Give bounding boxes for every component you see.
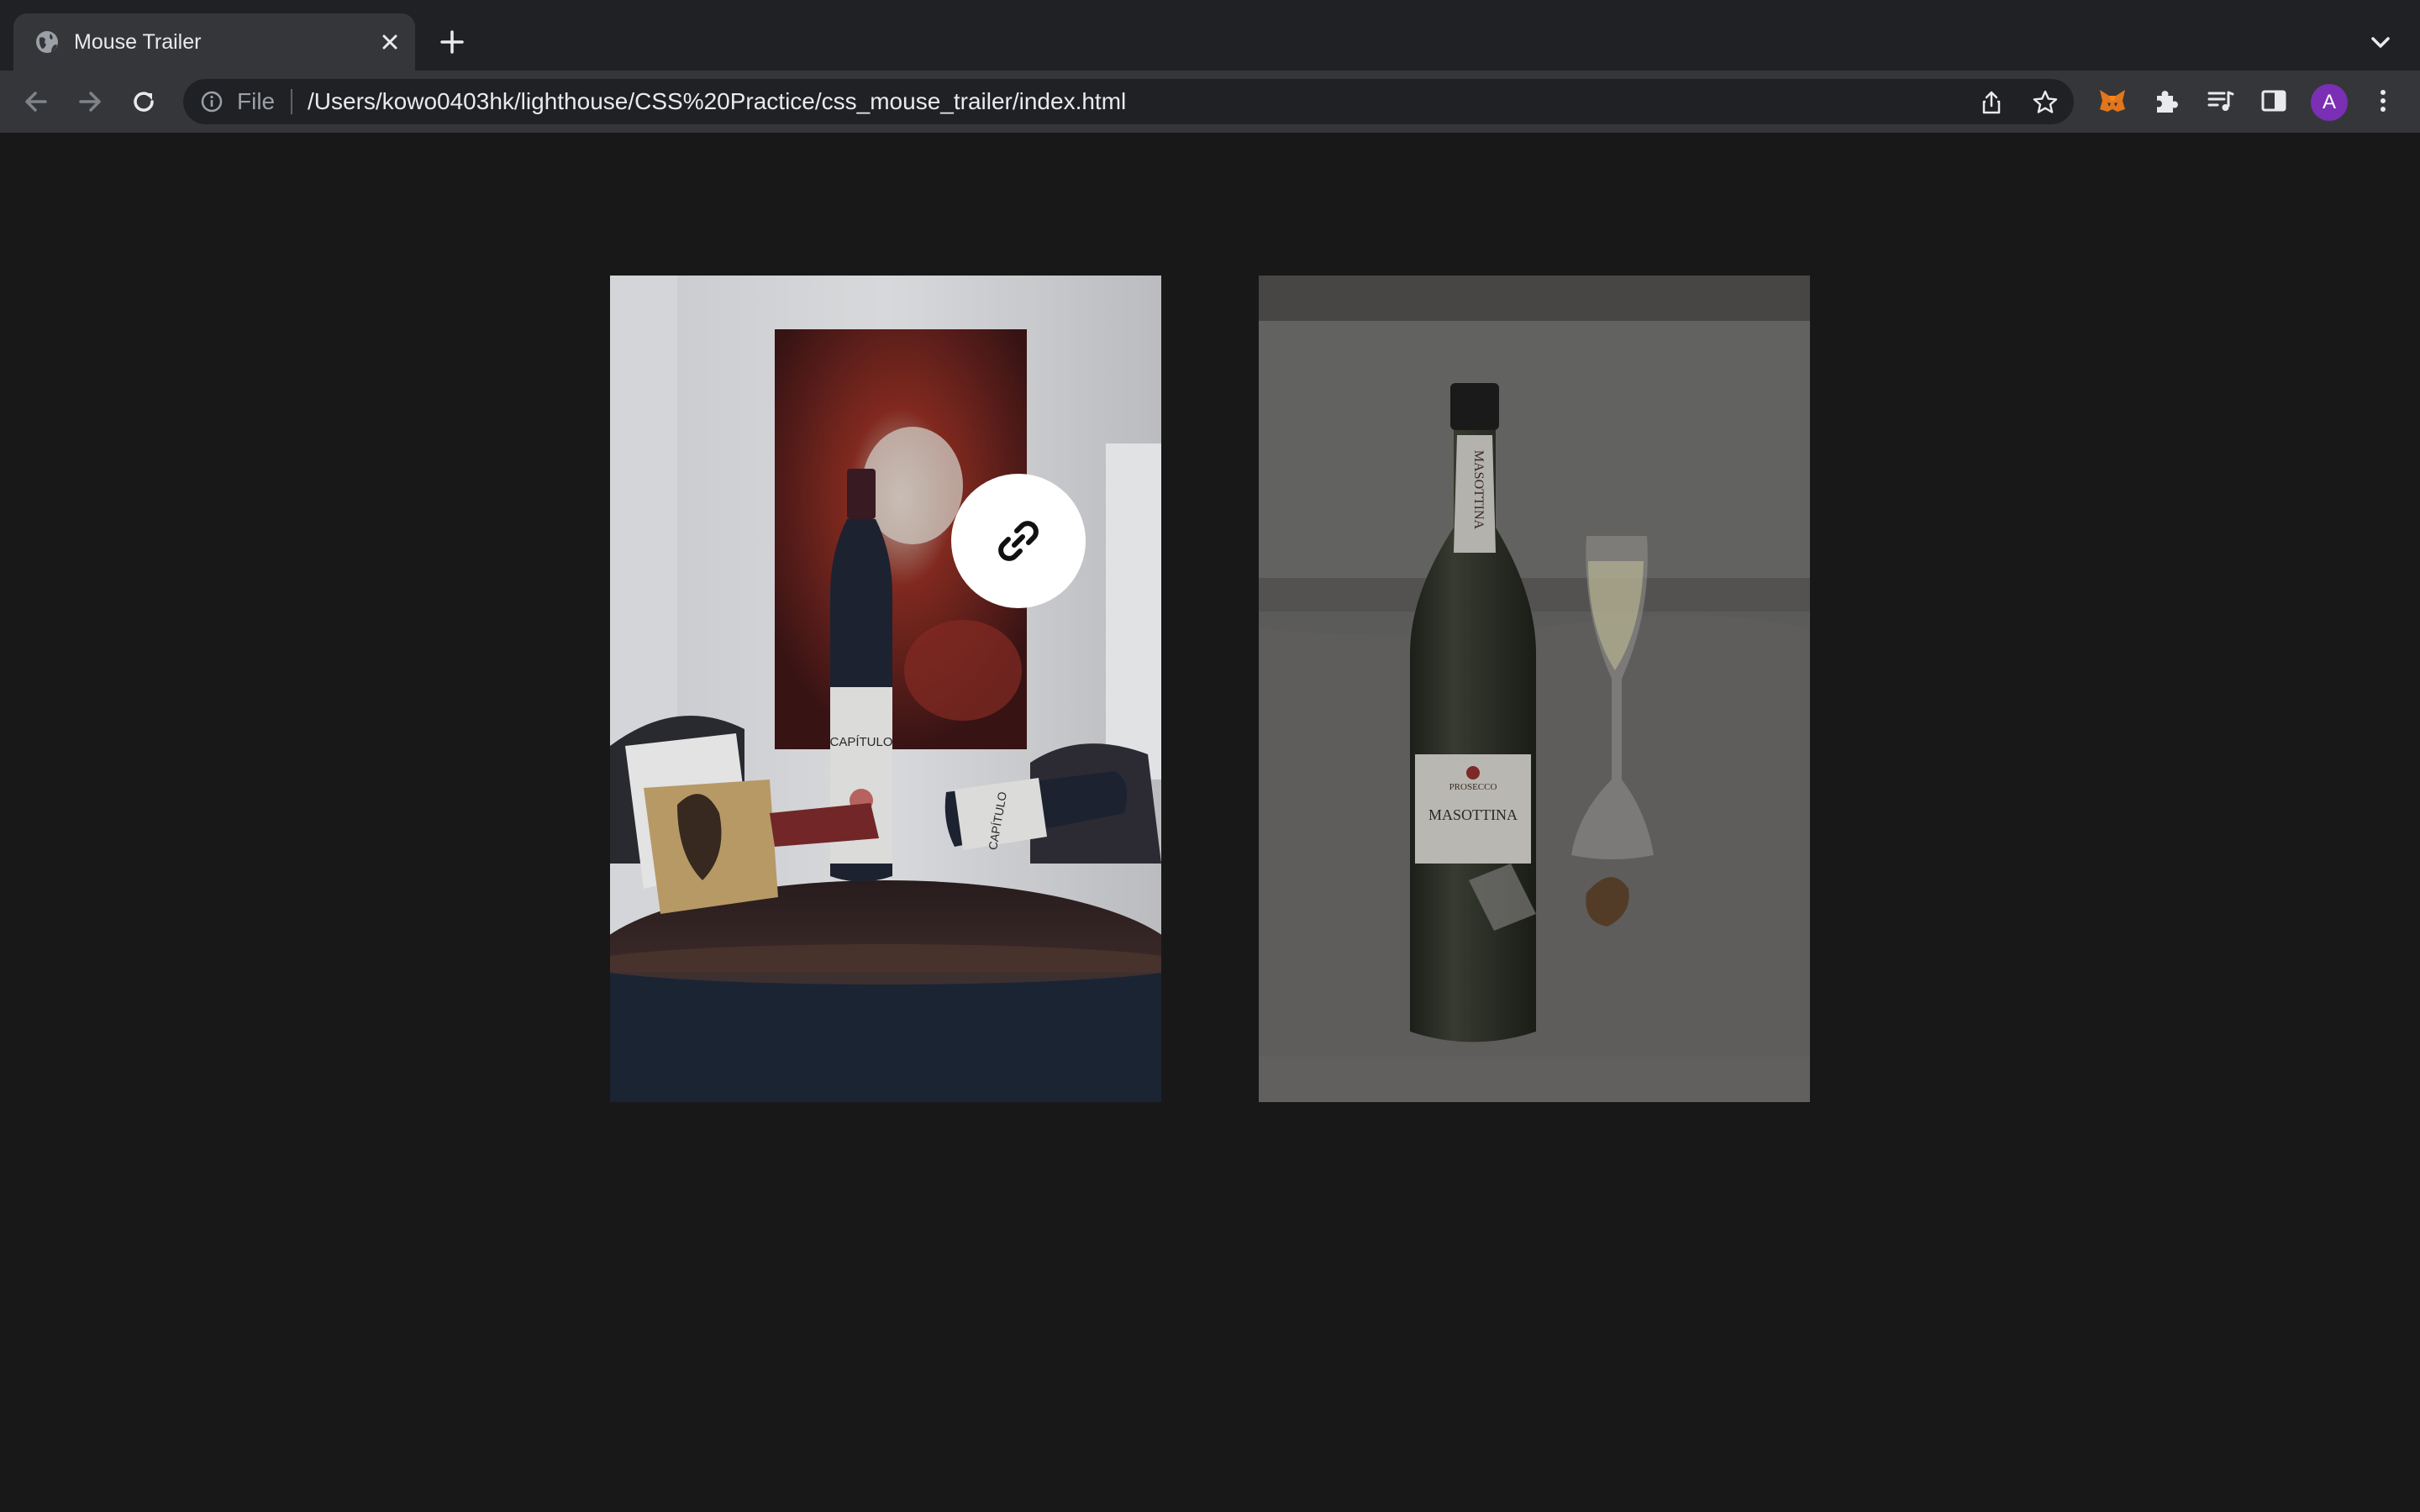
star-icon[interactable] <box>2032 89 2059 116</box>
address-bar[interactable]: File /Users/kowo0403hk/lighthouse/CSS%20… <box>183 79 2074 124</box>
mouse-trailer <box>951 474 1086 608</box>
chevron-down-icon[interactable] <box>2366 29 2395 57</box>
browser-chrome: Mouse Trailer File /Users/kowo0403hk/lig… <box>0 0 2420 134</box>
tab-strip: Mouse Trailer <box>0 0 2420 71</box>
media-playlist-icon[interactable] <box>2203 84 2237 118</box>
address-divider <box>291 89 292 114</box>
url-scheme-label: File <box>237 88 276 114</box>
back-arrow-icon[interactable] <box>18 84 54 119</box>
metamask-fox-icon[interactable] <box>2096 84 2129 118</box>
wine-bottles-image: CAPÍTULO CAPÍTULO <box>610 276 1161 1102</box>
url-text[interactable]: /Users/kowo0403hk/lighthouse/CSS%20Pract… <box>308 88 1126 115</box>
info-icon[interactable] <box>200 90 224 113</box>
share-icon[interactable] <box>1978 89 2005 116</box>
profile-avatar[interactable]: A <box>2311 84 2348 121</box>
globe-icon <box>36 31 58 53</box>
prosecco-bottle-photo[interactable]: MASOTTINA PROSECCO MASOTTINA <box>1259 276 1810 1102</box>
link-icon <box>998 521 1039 561</box>
prosecco-bottle-image: MASOTTINA PROSECCO MASOTTINA <box>1259 276 1810 1102</box>
side-panel-icon[interactable] <box>2257 84 2291 118</box>
reload-icon[interactable] <box>126 84 161 119</box>
tab-title: Mouse Trailer <box>74 30 202 54</box>
new-tab-button[interactable] <box>437 27 467 57</box>
extensions-puzzle-icon[interactable] <box>2149 84 2183 118</box>
browser-toolbar: File /Users/kowo0403hk/lighthouse/CSS%20… <box>0 71 2420 134</box>
page-content <box>0 133 2420 1512</box>
tab-mouse-trailer[interactable]: Mouse Trailer <box>13 13 415 71</box>
close-icon[interactable] <box>376 29 403 55</box>
wine-bottles-photo[interactable]: CAPÍTULO CAPÍTULO <box>610 276 1161 1102</box>
forward-arrow-icon[interactable] <box>72 84 108 119</box>
more-menu-icon[interactable] <box>2366 84 2400 118</box>
